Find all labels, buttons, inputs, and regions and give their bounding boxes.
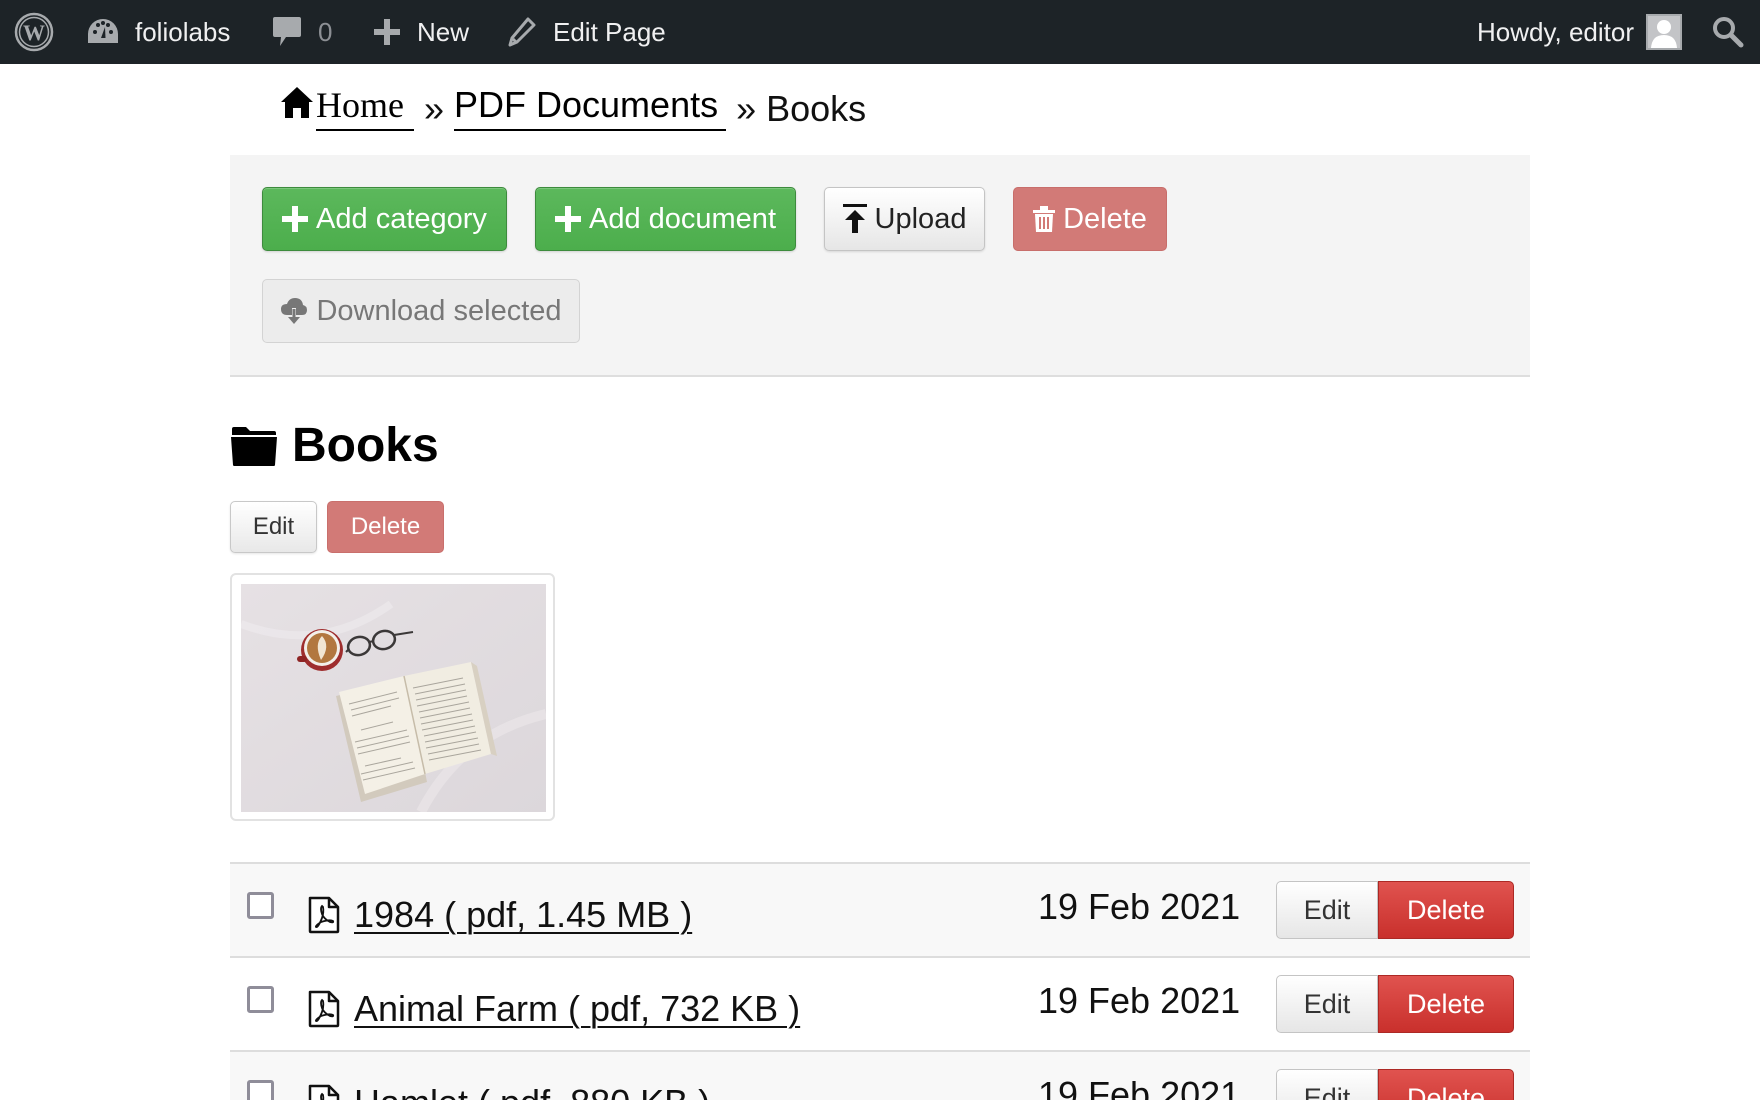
cloud-download-icon xyxy=(281,298,308,324)
document-link[interactable]: Hamlet ( pdf, 880 KB ) xyxy=(354,1082,710,1100)
site-name-menu[interactable]: foliolabs xyxy=(86,0,230,64)
wordpress-menu[interactable]: W xyxy=(14,12,54,52)
breadcrumb: Home » PDF Documents » Books xyxy=(280,84,866,134)
download-selected-button[interactable]: Download selected xyxy=(262,279,580,343)
document-delete-button[interactable]: Delete xyxy=(1378,1069,1514,1100)
document-delete-button[interactable]: Delete xyxy=(1378,975,1514,1033)
plus-icon xyxy=(554,206,581,232)
wordpress-logo-icon: W xyxy=(14,12,54,52)
edit-page-label: Edit Page xyxy=(553,16,666,47)
document-edit-button[interactable]: Edit xyxy=(1276,975,1378,1033)
document-checkbox[interactable] xyxy=(247,892,274,919)
site-name: foliolabs xyxy=(135,16,231,47)
edit-page-link[interactable]: Edit Page xyxy=(508,0,666,64)
plus-icon xyxy=(374,19,400,45)
delete-label: Delete xyxy=(1063,202,1147,235)
category-heading: Books xyxy=(230,418,439,473)
dashboard-gauge-icon xyxy=(88,19,118,43)
add-category-button[interactable]: Add category xyxy=(262,187,507,251)
document-checkbox[interactable] xyxy=(247,986,274,1013)
breadcrumb-separator: » xyxy=(423,88,445,129)
user-account-menu[interactable]: Howdy, editor xyxy=(1477,0,1682,64)
upload-button[interactable]: Upload xyxy=(824,187,985,251)
home-icon xyxy=(281,86,313,118)
category-edit-label: Edit xyxy=(252,513,295,540)
document-actions: Edit Delete xyxy=(1276,1069,1514,1100)
document-toolbar: Add category Add document Upload Delete … xyxy=(230,155,1530,377)
breadcrumb-home-link[interactable]: Home xyxy=(316,87,414,131)
download-selected-label: Download selected xyxy=(316,294,562,327)
document-actions: Edit Delete xyxy=(1276,881,1514,939)
folder-icon xyxy=(231,426,277,466)
user-greeting: Howdy, editor xyxy=(1476,16,1634,47)
breadcrumb-parent-link[interactable]: PDF Documents xyxy=(454,87,727,131)
document-date: 19 Feb 2021 xyxy=(1038,886,1241,927)
document-edit-button[interactable]: Edit xyxy=(1276,881,1378,939)
category-edit-button[interactable]: Edit xyxy=(230,501,317,553)
document-delete-button[interactable]: Delete xyxy=(1378,881,1514,939)
trash-icon xyxy=(1033,206,1056,232)
pencil-icon xyxy=(508,17,536,47)
new-content-menu[interactable]: New xyxy=(373,0,469,64)
pdf-file-icon xyxy=(308,896,340,934)
category-delete-label: Delete xyxy=(350,513,421,540)
pdf-file-icon xyxy=(308,1084,340,1100)
breadcrumb-separator: » xyxy=(736,88,757,129)
document-list: 1984 ( pdf, 1.45 MB ) 19 Feb 2021 Edit D… xyxy=(230,862,1530,1100)
search-icon xyxy=(1713,17,1744,48)
svg-text:W: W xyxy=(23,20,45,45)
document-checkbox[interactable] xyxy=(247,1080,274,1100)
document-edit-button[interactable]: Edit xyxy=(1276,1069,1378,1100)
document-row: Animal Farm ( pdf, 732 KB ) 19 Feb 2021 … xyxy=(230,956,1530,1050)
document-date: 19 Feb 2021 xyxy=(1038,1074,1241,1100)
document-date: 19 Feb 2021 xyxy=(1038,980,1241,1021)
delete-button[interactable]: Delete xyxy=(1013,187,1167,251)
admin-bar: W foliolabs 0 New Edit Page Howdy, edito… xyxy=(0,0,1760,64)
add-category-label: Add category xyxy=(316,202,487,235)
category-image xyxy=(241,584,546,812)
document-actions: Edit Delete xyxy=(1276,975,1514,1033)
category-delete-button[interactable]: Delete xyxy=(327,501,444,553)
comments-count: 0 xyxy=(318,16,333,47)
search-button[interactable] xyxy=(1712,16,1744,48)
category-title: Books xyxy=(292,419,439,472)
comment-bubble-icon xyxy=(273,17,301,46)
upload-label: Upload xyxy=(874,202,967,235)
pdf-file-icon xyxy=(308,990,340,1028)
comments-menu[interactable]: 0 xyxy=(272,0,332,64)
new-label: New xyxy=(417,16,470,47)
document-link[interactable]: 1984 ( pdf, 1.45 MB ) xyxy=(354,894,692,936)
category-thumbnail xyxy=(230,573,555,821)
breadcrumb-current: Books xyxy=(766,88,867,129)
add-document-label: Add document xyxy=(588,202,776,235)
upload-arrow-icon xyxy=(842,204,867,233)
plus-icon xyxy=(282,206,309,232)
document-row: Hamlet ( pdf, 880 KB ) 19 Feb 2021 Edit … xyxy=(230,1050,1530,1100)
document-row: 1984 ( pdf, 1.45 MB ) 19 Feb 2021 Edit D… xyxy=(230,862,1530,956)
add-document-button[interactable]: Add document xyxy=(535,187,796,251)
user-avatar-icon xyxy=(1646,14,1682,50)
document-link[interactable]: Animal Farm ( pdf, 732 KB ) xyxy=(354,988,800,1030)
